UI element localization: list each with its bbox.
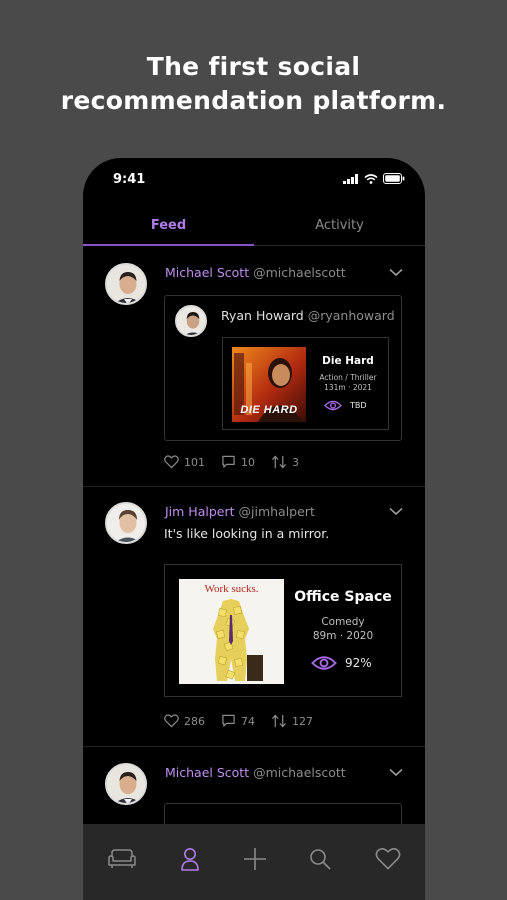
movie-card[interactable]: Work sucks. Office Space Comedy 89m · 20… <box>164 564 402 697</box>
nav-add[interactable] <box>240 844 270 874</box>
status-time: 9:41 <box>113 172 146 187</box>
post-author: Michael Scott @michaelscott <box>165 265 346 280</box>
movie-score: 92% <box>311 655 372 671</box>
plus-icon <box>244 848 266 870</box>
recommender-name[interactable]: Ryan Howard <box>221 308 304 323</box>
author-name[interactable]: Michael Scott <box>165 265 249 280</box>
share-count: 3 <box>292 455 299 469</box>
headline-line-1: The first social <box>146 52 361 81</box>
eye-icon <box>324 400 342 411</box>
recommender: Ryan Howard @ryanhoward <box>221 308 395 323</box>
feed-post: Michael Scott @michaelscott Ryan Howard … <box>83 247 425 487</box>
poster-image <box>213 599 263 681</box>
nav-likes[interactable] <box>373 844 403 874</box>
author-handle: @jimhalpert <box>238 504 315 519</box>
comment-button[interactable]: 74 <box>221 714 255 728</box>
movie-poster: DIE HARD <box>232 347 306 422</box>
eye-icon <box>311 656 337 670</box>
movie-poster: Work sucks. <box>179 579 284 684</box>
like-button[interactable]: 286 <box>164 714 205 728</box>
poster-title: DIE HARD <box>240 404 298 416</box>
status-bar: 9:41 <box>83 158 425 202</box>
post-actions: 286 74 127 <box>164 714 329 728</box>
author-name[interactable]: Michael Scott <box>165 765 249 780</box>
feed-tabs: Feed Activity <box>83 208 425 246</box>
chevron-down-icon[interactable] <box>389 507 403 516</box>
feed-post: Jim Halpert @jimhalpert It's like lookin… <box>83 487 425 747</box>
post-text: It's like looking in a mirror. <box>164 526 330 541</box>
avatar[interactable] <box>105 263 147 305</box>
search-icon <box>310 849 331 870</box>
share-button[interactable]: 3 <box>271 455 299 469</box>
avatar-image <box>107 265 145 303</box>
avatar[interactable] <box>175 305 207 337</box>
movie-details: 89m · 2020 <box>312 630 374 642</box>
movie-title[interactable]: Die Hard <box>309 355 387 367</box>
score-value: TBD <box>350 401 367 410</box>
chevron-down-icon[interactable] <box>389 768 403 777</box>
author-handle: @michaelscott <box>253 765 346 780</box>
like-count: 286 <box>184 714 205 728</box>
comment-icon <box>222 455 235 468</box>
share-icon <box>272 714 286 728</box>
movie-details: 131m · 2021 <box>324 383 372 392</box>
movie-genre: Action / Thriller <box>319 373 377 382</box>
active-tab-indicator <box>83 244 254 246</box>
post-author: Jim Halpert @jimhalpert <box>165 504 315 519</box>
like-count: 101 <box>184 455 205 469</box>
movie-genre: Comedy <box>321 616 365 628</box>
author-handle: @michaelscott <box>253 265 346 280</box>
tab-feed[interactable]: Feed <box>83 218 254 233</box>
status-icons <box>343 173 405 184</box>
battery-icon <box>383 173 405 184</box>
bottom-nav <box>83 824 425 900</box>
user-icon <box>181 848 199 871</box>
tab-activity[interactable]: Activity <box>254 218 425 233</box>
feed-post: Michael Scott @michaelscott <box>83 747 425 863</box>
score-value: 92% <box>345 656 372 670</box>
post-author: Michael Scott @michaelscott <box>165 765 346 780</box>
post-actions: 101 10 3 <box>164 455 315 469</box>
movie-title[interactable]: Office Space <box>290 589 396 605</box>
heart-icon <box>375 847 401 870</box>
nav-home[interactable] <box>107 844 137 874</box>
avatar[interactable] <box>105 763 147 805</box>
recommender-handle: @ryanhoward <box>307 308 395 323</box>
headline: The first social recommendation platform… <box>0 50 507 118</box>
share-count: 127 <box>292 714 313 728</box>
avatar-image <box>107 765 145 803</box>
avatar[interactable] <box>105 502 147 544</box>
chevron-down-icon[interactable] <box>389 268 403 277</box>
recommendation-card[interactable]: Ryan Howard @ryanhoward DIE HARD Die Har… <box>164 295 402 441</box>
comment-button[interactable]: 10 <box>221 455 255 469</box>
heart-icon <box>164 455 179 469</box>
like-button[interactable]: 101 <box>164 455 205 469</box>
comment-count: 10 <box>241 455 255 469</box>
avatar-image <box>107 504 145 542</box>
share-icon <box>272 455 286 469</box>
avatar-image <box>177 307 205 335</box>
nav-search[interactable] <box>305 844 335 874</box>
headline-line-2: recommendation platform. <box>60 86 447 115</box>
author-name[interactable]: Jim Halpert <box>165 504 235 519</box>
comment-icon <box>222 714 235 727</box>
nav-profile[interactable] <box>175 844 205 874</box>
movie-card[interactable]: DIE HARD Die Hard Action / Thriller 131m… <box>222 337 389 430</box>
couch-icon <box>108 849 136 868</box>
comment-count: 74 <box>241 714 255 728</box>
wifi-icon <box>364 173 378 184</box>
phone-screen: 9:41 Feed Activity Michael Scott @michae… <box>83 158 425 900</box>
share-button[interactable]: 127 <box>271 714 313 728</box>
movie-score: TBD <box>324 400 367 411</box>
signal-icon <box>343 173 358 184</box>
heart-icon <box>164 714 179 728</box>
